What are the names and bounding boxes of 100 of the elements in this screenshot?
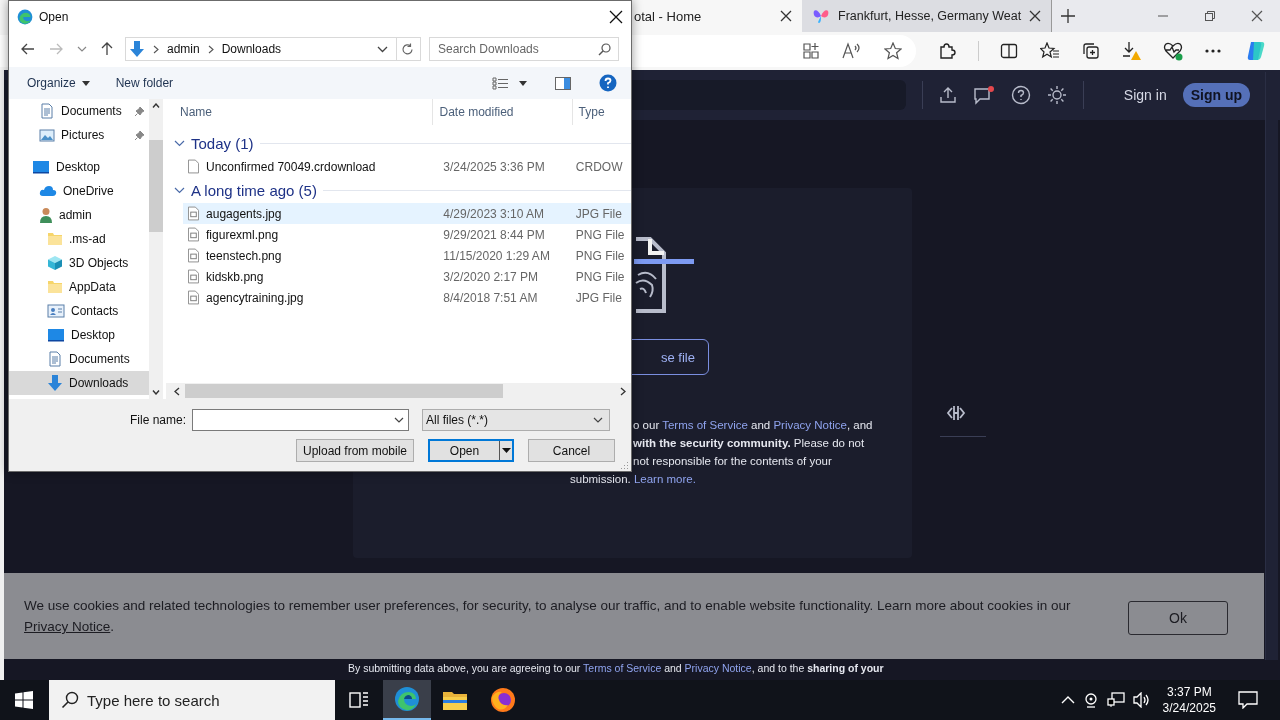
file-name: teenstech.png [205, 248, 283, 263]
help-icon[interactable] [599, 74, 617, 92]
edge-app-button[interactable] [383, 680, 431, 720]
chevron-down-icon[interactable] [377, 45, 388, 53]
link[interactable]: Terms of Service [583, 662, 662, 674]
chevron-up-icon[interactable] [1060, 695, 1075, 705]
resize-grip-icon[interactable] [621, 461, 629, 469]
file-row[interactable]: teenstech.png 11/15/2020 1:29 AM PNG File [183, 245, 631, 266]
view-options-icon[interactable] [492, 76, 509, 90]
nav-item[interactable]: Documents [9, 347, 149, 371]
file-name-field[interactable] [192, 409, 409, 431]
star-icon[interactable] [884, 42, 902, 60]
file-row[interactable]: agencytraining.jpg 8/4/2018 7:51 AM JPG File [183, 287, 631, 308]
nav-item[interactable]: .ms-ad [9, 227, 149, 251]
open-button[interactable]: Open [428, 439, 514, 462]
folder-icon [442, 689, 468, 711]
collections-icon[interactable] [1081, 42, 1100, 60]
group-header[interactable]: Today (1) [191, 134, 254, 152]
chat-icon[interactable] [972, 85, 995, 105]
organize-button[interactable]: Organize [19, 73, 98, 93]
breadcrumb[interactable]: admin [167, 42, 200, 56]
code-split-icon[interactable] [946, 404, 966, 422]
nav-item[interactable]: admin [9, 203, 149, 227]
nav-item[interactable]: 3D Objects [9, 251, 149, 275]
nav-item[interactable]: Documents [9, 99, 149, 123]
link[interactable]: Learn more. [633, 473, 696, 485]
add-app-icon[interactable] [802, 42, 820, 60]
chevron-down-icon[interactable] [394, 417, 404, 423]
notifications-icon[interactable] [1238, 691, 1258, 709]
file-row[interactable]: kidskb.png 3/2/2020 2:17 PM PNG File [183, 266, 631, 287]
split-screen-icon[interactable] [1000, 42, 1019, 60]
breadcrumb[interactable]: Downloads [221, 42, 282, 56]
column-header[interactable]: Type [572, 99, 631, 125]
download-warning-icon[interactable] [1121, 41, 1142, 61]
file-type-dropdown[interactable]: All files (*.*) [422, 409, 610, 431]
restore-icon[interactable] [1204, 10, 1216, 22]
webcam-icon[interactable] [1082, 692, 1099, 708]
nav-item[interactable]: OneDrive [9, 179, 149, 203]
file-name: Unconfirmed 70049.crdownload [205, 159, 377, 174]
address-field[interactable]: admin Downloads [125, 37, 421, 61]
network-icon[interactable] [1106, 692, 1125, 708]
scroll-up-icon[interactable] [152, 103, 160, 108]
nav-item[interactable]: Contacts [9, 299, 149, 323]
sign-in-link[interactable]: Sign in [1123, 87, 1167, 103]
cancel-button[interactable]: Cancel [528, 439, 615, 462]
link[interactable]: Terms of Service [662, 419, 748, 431]
upload-button[interactable]: Upload from mobile [296, 439, 414, 462]
heartbeat-icon[interactable] [1162, 41, 1183, 61]
close-icon[interactable] [1251, 10, 1263, 22]
plus-icon[interactable] [1060, 8, 1077, 24]
file-row[interactable]: figurexml.png 9/29/2021 8:44 PM PNG File [183, 224, 631, 245]
scroll-down-icon[interactable] [152, 390, 160, 395]
scroll-right-icon[interactable] [620, 386, 626, 396]
scrollbar[interactable] [149, 99, 163, 399]
link[interactable]: Privacy Notice [684, 662, 752, 674]
close-icon[interactable] [609, 10, 623, 24]
taskbar-search-field[interactable]: Type here to search [49, 680, 335, 720]
task-view-icon[interactable] [349, 691, 369, 709]
windows-start-icon[interactable] [15, 691, 33, 709]
privacy-link[interactable]: Privacy Notice [24, 619, 111, 634]
scroll-left-icon[interactable] [174, 386, 180, 396]
sun-icon[interactable] [1046, 85, 1067, 105]
clock-time[interactable]: 3:37 PM [1166, 684, 1212, 700]
scrollbar[interactable] [1265, 72, 1278, 660]
clock-date[interactable]: 3/24/2025 [1162, 700, 1216, 716]
speaker-icon[interactable] [1132, 692, 1151, 708]
chevron-icon[interactable] [174, 186, 185, 194]
dropdown-arrow-icon[interactable] [519, 80, 527, 86]
column-header[interactable]: Name [166, 99, 434, 125]
close-icon[interactable] [1029, 10, 1042, 22]
nav-item[interactable]: Desktop [9, 155, 149, 179]
back-arrow-icon[interactable] [21, 43, 35, 55]
nav-item[interactable]: Desktop [9, 323, 149, 347]
up-arrow-icon[interactable] [101, 42, 113, 56]
group-header[interactable]: A long time ago (5) [191, 181, 317, 199]
new-folder-button[interactable]: New folder [107, 73, 182, 93]
nav-item[interactable]: Pictures [9, 123, 149, 147]
search-field[interactable]: Search Downloads [429, 37, 619, 61]
more-icon[interactable] [1204, 48, 1223, 54]
preview-pane-icon[interactable] [555, 76, 571, 90]
ok-button[interactable]: Ok [1128, 601, 1228, 635]
browser-tab[interactable]: Frankfurt, Hesse, Germany Weat [802, 0, 1053, 32]
link[interactable]: Privacy Notice [773, 419, 847, 431]
file-type: PNG File [575, 248, 626, 263]
refresh-icon[interactable] [401, 42, 414, 56]
column-header[interactable]: Date modified [433, 99, 573, 125]
nav-item[interactable]: AppData [9, 275, 149, 299]
scrollbar[interactable] [166, 383, 631, 399]
favorites-icon[interactable] [1039, 42, 1060, 60]
file-row[interactable]: augagents.jpg 4/29/2023 3:10 AM JPG File [183, 203, 631, 224]
help-icon[interactable] [1010, 85, 1031, 105]
sign-up-button[interactable]: Sign up [1182, 83, 1250, 107]
read-aloud-icon[interactable] [842, 42, 862, 60]
nav-item[interactable]: Downloads [9, 371, 149, 395]
file-row[interactable]: Unconfirmed 70049.crdownload 3/24/2025 3:36 PM CRDOW [183, 156, 631, 177]
puzzle-icon[interactable] [938, 42, 956, 60]
close-icon[interactable] [780, 10, 792, 22]
file-type: JPG File [575, 290, 623, 305]
upload-icon[interactable] [938, 86, 957, 104]
chevron-icon[interactable] [174, 139, 185, 147]
